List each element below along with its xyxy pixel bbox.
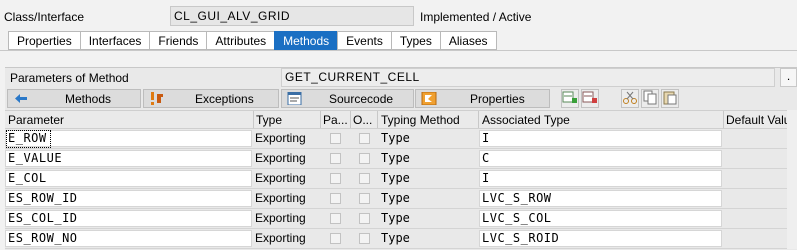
class-name-field[interactable]: CL_GUI_ALV_GRID — [170, 6, 414, 26]
parameter-type[interactable]: Exporting — [255, 231, 306, 245]
parameter-name: ES_ROW_ID — [8, 191, 78, 205]
optional-checkbox[interactable] — [359, 133, 370, 144]
tab-strip: Properties Interfaces Friends Attributes… — [8, 31, 497, 50]
properties-nav-label: Properties — [470, 92, 525, 106]
paste-button[interactable] — [661, 89, 679, 108]
table-row[interactable]: E_COL Exporting Type I — [5, 169, 797, 189]
pass-value-checkbox[interactable] — [330, 233, 341, 244]
tab-properties[interactable]: Properties — [8, 31, 80, 50]
parameter-name: E_VALUE — [8, 151, 63, 165]
optional-checkbox[interactable] — [359, 213, 370, 224]
column-separator — [478, 111, 479, 128]
col-header-typing-method[interactable]: Typing Method — [381, 113, 460, 127]
typing-method[interactable]: Type — [381, 171, 410, 185]
associated-type-input[interactable] — [479, 170, 722, 187]
typing-method[interactable]: Type — [381, 131, 410, 145]
pass-value-checkbox[interactable] — [330, 133, 341, 144]
delete-row-button[interactable] — [581, 89, 599, 108]
parameter-type[interactable]: Exporting — [255, 191, 306, 205]
delete-row-icon — [582, 91, 597, 103]
parameter-name: ES_ROW_NO — [8, 231, 78, 245]
typing-method[interactable]: Type — [381, 191, 410, 205]
properties-icon — [421, 92, 437, 105]
tab-attributes[interactable]: Attributes — [206, 31, 275, 50]
column-separator — [320, 111, 321, 128]
associated-type-input[interactable] — [479, 150, 722, 167]
sourcecode-icon — [287, 92, 302, 105]
typing-method[interactable]: Type — [381, 211, 410, 225]
paste-icon — [663, 91, 677, 105]
optional-checkbox[interactable] — [359, 193, 370, 204]
pass-value-checkbox[interactable] — [330, 193, 341, 204]
more-button[interactable]: . — [780, 68, 797, 87]
typing-method[interactable]: Type — [381, 151, 410, 165]
sourcecode-nav-label: Sourcecode — [329, 92, 394, 106]
parameter-name: E_COL — [8, 171, 47, 185]
col-header-optional[interactable]: O... — [353, 113, 372, 127]
exceptions-nav-button[interactable]: Exceptions — [143, 89, 279, 108]
associated-type: LVC_S_ROID — [482, 231, 560, 245]
tab-events[interactable]: Events — [337, 31, 391, 50]
col-header-associated-type[interactable]: Associated Type — [482, 113, 570, 127]
exceptions-nav-label: Exceptions — [195, 92, 254, 106]
insert-row-icon — [562, 91, 577, 103]
table-row[interactable]: ES_ROW_ID Exporting Type LVC_S_ROW — [5, 189, 797, 209]
optional-checkbox[interactable] — [359, 233, 370, 244]
column-separator — [350, 111, 351, 128]
table-row[interactable]: E_VALUE Exporting Type C — [5, 149, 797, 169]
typing-method[interactable]: Type — [381, 231, 410, 245]
parameter-name: ES_COL_ID — [8, 211, 78, 225]
optional-checkbox[interactable] — [359, 153, 370, 164]
table-header: Parameter Type Pa... O... Typing Method … — [5, 110, 797, 129]
exceptions-icon — [151, 92, 163, 105]
associated-type: I — [482, 171, 490, 185]
table-row[interactable]: ES_ROW_NO Exporting Type LVC_S_ROID — [5, 229, 797, 249]
tab-methods[interactable]: Methods — [274, 31, 338, 50]
table-row[interactable]: E_ROW Exporting Type I — [5, 129, 797, 149]
associated-type: I — [482, 131, 490, 145]
column-separator — [377, 111, 378, 128]
parameter-type[interactable]: Exporting — [255, 171, 306, 185]
col-header-pass-value[interactable]: Pa... — [323, 113, 348, 127]
scissors-icon — [623, 91, 637, 104]
parameter-type[interactable]: Exporting — [255, 131, 306, 145]
pass-value-checkbox[interactable] — [330, 173, 341, 184]
methods-nav-label: Methods — [65, 92, 112, 106]
arrow-left-icon — [13, 92, 29, 105]
copy-button[interactable] — [641, 89, 659, 108]
col-header-type[interactable]: Type — [256, 113, 282, 127]
copy-icon — [643, 90, 657, 105]
tab-divider — [0, 50, 797, 51]
parameter-type[interactable]: Exporting — [255, 211, 306, 225]
col-header-parameter[interactable]: Parameter — [8, 113, 64, 127]
table-row[interactable]: ES_COL_ID Exporting Type LVC_S_COL — [5, 209, 797, 229]
associated-type: LVC_S_COL — [482, 211, 552, 225]
vertical-scrollbar[interactable] — [787, 110, 797, 249]
tab-interfaces[interactable]: Interfaces — [79, 31, 150, 50]
class-interface-label: Class/Interface — [4, 10, 85, 24]
sourcecode-nav-button[interactable]: Sourcecode — [281, 89, 414, 108]
methods-nav-button[interactable]: Methods — [7, 89, 141, 108]
tab-types[interactable]: Types — [390, 31, 440, 50]
tab-friends[interactable]: Friends — [149, 31, 207, 50]
cut-button[interactable] — [621, 89, 639, 108]
properties-nav-button[interactable]: Properties — [415, 89, 550, 108]
associated-type: LVC_S_ROW — [482, 191, 552, 205]
associated-type: C — [482, 151, 490, 165]
insert-row-button[interactable] — [561, 89, 579, 108]
parameter-type[interactable]: Exporting — [255, 151, 306, 165]
col-header-default-value[interactable]: Default Valu — [726, 113, 790, 127]
tab-aliases[interactable]: Aliases — [439, 31, 497, 50]
column-separator — [253, 111, 254, 128]
associated-type-input[interactable] — [479, 130, 722, 147]
parameters-of-method-label: Parameters of Method — [10, 71, 129, 85]
pass-value-checkbox[interactable] — [330, 153, 341, 164]
optional-checkbox[interactable] — [359, 173, 370, 184]
column-separator — [723, 111, 724, 128]
focused-cell-outline — [6, 130, 51, 148]
status-text: Implemented / Active — [420, 10, 532, 24]
pass-value-checkbox[interactable] — [330, 213, 341, 224]
method-name-field[interactable]: GET_CURRENT_CELL — [281, 68, 775, 87]
